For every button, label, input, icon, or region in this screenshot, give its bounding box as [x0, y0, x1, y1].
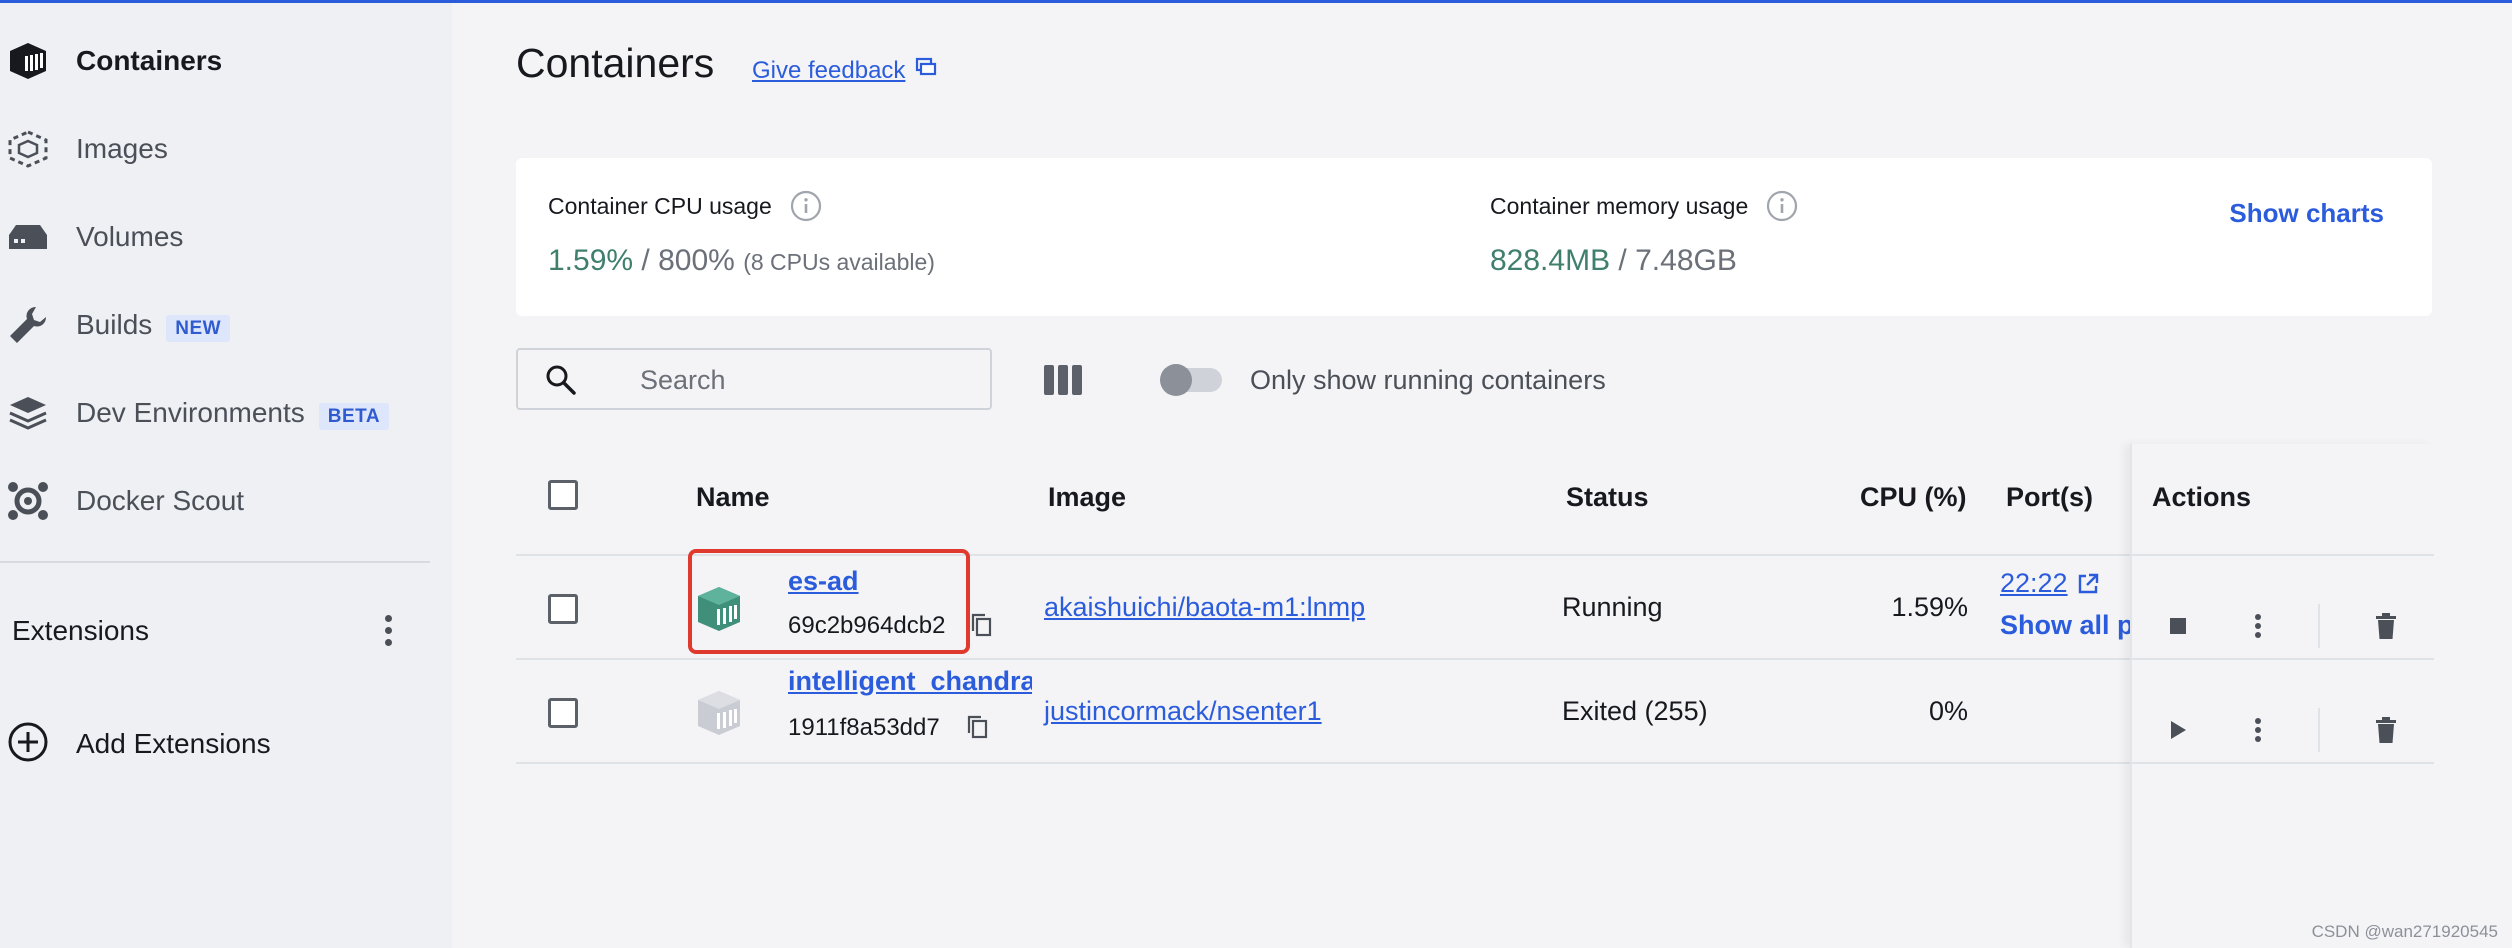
- sidebar-item-label: Images: [76, 133, 168, 164]
- memory-usage-label: Container memory usage: [1490, 190, 1798, 222]
- copy-icon[interactable]: [966, 714, 990, 747]
- column-header-actions: Actions: [2152, 482, 2252, 512]
- dev-environments-icon: [6, 391, 50, 435]
- sidebar-item-label: Dev Environments BETA: [76, 397, 390, 430]
- column-settings-button[interactable]: [1044, 362, 1084, 398]
- image-link[interactable]: akaishuichi/baota-m1:lnmp: [1044, 592, 1365, 623]
- running-only-toggle[interactable]: [1160, 364, 1222, 396]
- image-link[interactable]: justincormack/nsenter1: [1044, 696, 1322, 727]
- give-feedback-link[interactable]: Give feedback: [752, 56, 937, 85]
- beta-badge: BETA: [318, 403, 390, 430]
- sidebar-divider: [0, 561, 430, 563]
- container-icon: [6, 39, 50, 83]
- column-header-name[interactable]: Name: [696, 482, 770, 513]
- start-button[interactable]: [2158, 710, 2198, 750]
- play-icon: [2171, 721, 2186, 739]
- extensions-title: Extensions: [12, 615, 149, 646]
- sidebar-item-volumes[interactable]: Volumes: [0, 201, 452, 273]
- feedback-icon: [915, 56, 937, 85]
- sidebar-item-label: Builds NEW: [76, 309, 231, 342]
- actions-column: Actions: [2130, 444, 2434, 948]
- more-options-button[interactable]: [2238, 606, 2278, 646]
- delete-button[interactable]: [2366, 606, 2406, 646]
- docker-scout-icon: [6, 479, 50, 523]
- stopped-container-icon: [694, 688, 744, 743]
- sidebar: Containers Images Volumes Builds NEW Dev …: [0, 3, 452, 948]
- cpu-usage-label: Container CPU usage: [548, 190, 822, 222]
- images-icon: [6, 127, 50, 171]
- more-vertical-icon: [2255, 614, 2261, 638]
- external-link-icon: [2078, 573, 2098, 593]
- status-text: Running: [1562, 592, 1663, 622]
- running-only-label: Only show running containers: [1250, 365, 1606, 395]
- actions-divider: [2318, 708, 2320, 752]
- search-box: [516, 348, 992, 410]
- cpu-usage-value: 1.59% / 800% (8 CPUs available): [548, 244, 935, 277]
- new-badge: NEW: [166, 315, 231, 342]
- stop-icon: [2170, 618, 2186, 634]
- add-extensions-label: Add Extensions: [76, 728, 271, 759]
- table-divider: [2132, 658, 2434, 660]
- page-title: Containers: [516, 40, 715, 86]
- row-checkbox[interactable]: [548, 698, 578, 728]
- give-feedback-label: Give feedback: [752, 56, 906, 84]
- table-divider: [2132, 554, 2434, 556]
- more-options-button[interactable]: [2238, 710, 2278, 750]
- column-header-image[interactable]: Image: [1048, 482, 1126, 513]
- search-input[interactable]: [638, 362, 972, 398]
- container-name-link[interactable]: intelligent_chandrasekhar: [788, 666, 1032, 697]
- add-extensions-button[interactable]: Add Extensions: [6, 719, 426, 769]
- delete-button[interactable]: [2366, 710, 2406, 750]
- volumes-icon: [6, 215, 50, 259]
- port-link[interactable]: 22:22: [2000, 568, 2100, 599]
- info-icon[interactable]: [1766, 190, 1798, 222]
- extensions-menu-button[interactable]: [370, 608, 406, 652]
- cpu-value: 0%: [1928, 696, 1968, 726]
- plus-circle-icon: [6, 720, 50, 769]
- select-all-checkbox[interactable]: [548, 480, 578, 510]
- row-checkbox[interactable]: [548, 594, 578, 624]
- copy-icon[interactable]: [970, 612, 994, 645]
- sidebar-item-containers[interactable]: Containers: [0, 25, 452, 97]
- column-header-ports[interactable]: Port(s): [2006, 482, 2093, 513]
- sidebar-item-builds[interactable]: Builds NEW: [0, 289, 452, 361]
- highlight-box: [688, 549, 970, 654]
- trash-icon: [2376, 717, 2396, 743]
- memory-usage-value: 828.4MB / 7.48GB: [1490, 244, 1737, 277]
- builds-icon: [6, 303, 50, 347]
- column-header-status[interactable]: Status: [1566, 482, 1649, 513]
- usage-card: Container CPU usage 1.59% / 800% (8 CPUs…: [516, 158, 2432, 316]
- show-all-ports-link[interactable]: Show all ports: [2000, 610, 2130, 641]
- info-icon[interactable]: [790, 190, 822, 222]
- table-divider: [2132, 762, 2434, 764]
- search-icon: [544, 363, 578, 402]
- show-charts-button[interactable]: Show charts: [2229, 198, 2384, 229]
- watermark: CSDN @wan271920545: [2311, 922, 2498, 941]
- sidebar-item-label: Containers: [76, 45, 223, 76]
- actions-divider: [2318, 604, 2320, 648]
- status-text: Exited (255): [1562, 696, 1708, 726]
- sidebar-item-dev-environments[interactable]: Dev Environments BETA: [0, 377, 452, 449]
- container-id: 1911f8a53dd7: [788, 714, 940, 741]
- containers-table: Name Image Status CPU (%) Port(s) es-ad …: [516, 444, 2434, 948]
- sidebar-item-label: Docker Scout: [76, 485, 245, 516]
- column-header-cpu[interactable]: CPU (%): [1860, 482, 1967, 513]
- sidebar-item-images[interactable]: Images: [0, 113, 452, 185]
- cpu-value: 1.59%: [1891, 592, 1968, 622]
- sidebar-item-docker-scout[interactable]: Docker Scout: [0, 465, 452, 537]
- sidebar-item-label: Volumes: [76, 221, 184, 252]
- stop-button[interactable]: [2158, 606, 2198, 646]
- more-vertical-icon: [2255, 718, 2261, 742]
- trash-icon: [2376, 613, 2396, 639]
